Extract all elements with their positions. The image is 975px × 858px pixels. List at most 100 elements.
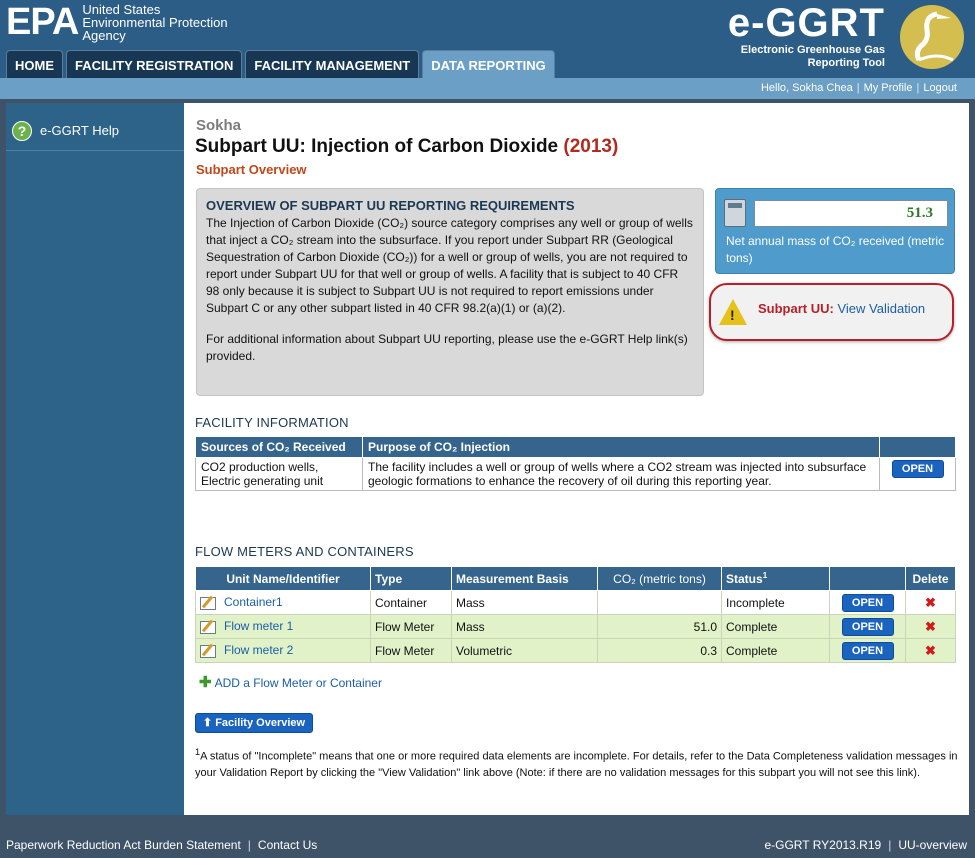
column-header: Sources of CO₂ Received <box>195 436 363 458</box>
status-footnote-marker: 1 <box>762 571 768 580</box>
metric-label: Net annual mass of CO₂ received (metric … <box>726 234 945 265</box>
status-cell: Incomplete <box>721 590 830 615</box>
status-header-label: Status <box>726 572 763 586</box>
status-cell: Complete <box>721 638 830 663</box>
column-header: Status1 <box>721 566 830 591</box>
flow-meters-table: Unit Name/Identifier Type Measurement Ba… <box>195 566 956 663</box>
table-row: CO2 production wells, Electric generatin… <box>195 457 956 491</box>
eggrt-subtitle-2: Reporting Tool <box>807 57 885 69</box>
help-question-icon: ? <box>12 120 32 141</box>
epa-line-3: Agency <box>82 28 126 43</box>
page-subtitle: Subpart Overview <box>196 162 307 177</box>
delete-icon[interactable]: ✖ <box>925 619 936 634</box>
heron-logo-icon <box>900 5 964 69</box>
facility-info-title: FACILITY INFORMATION <box>195 415 349 430</box>
overview-box: OVERVIEW OF SUBPART UU REPORTING REQUIRE… <box>196 188 704 396</box>
facility-overview-button[interactable]: ⬆ Facility Overview <box>195 713 313 733</box>
overview-heading: OVERVIEW OF SUBPART UU REPORTING REQUIRE… <box>206 198 575 213</box>
action-cell: OPEN <box>829 590 906 615</box>
footnote: 1A status of "Incomplete" means that one… <box>195 744 960 781</box>
delete-cell: ✖ <box>905 590 956 615</box>
facility-name: Sokha <box>196 117 242 134</box>
contact-us-link[interactable]: Contact Us <box>258 838 317 852</box>
unit-name-link[interactable]: Container1 <box>224 595 283 609</box>
calculator-icon <box>724 199 746 227</box>
up-arrow-icon: ⬆ <box>202 717 213 729</box>
column-header: Purpose of CO₂ Injection <box>362 436 880 458</box>
overview-paragraph-1: The Injection of Carbon Dioxide (CO₂) so… <box>206 216 693 315</box>
unit-name-link[interactable]: Flow meter 2 <box>224 643 293 657</box>
edit-icon[interactable] <box>200 596 216 610</box>
main-content: Sokha Subpart UU: Injection of Carbon Di… <box>184 103 969 815</box>
table-row: Flow meter 1 Flow Meter Mass 51.0 Comple… <box>195 614 956 639</box>
open-button[interactable]: OPEN <box>891 460 944 478</box>
eggrt-title: e-GGRT <box>727 1 885 45</box>
validation-prefix: Subpart UU: <box>758 301 834 316</box>
metric-value: 51.3 <box>754 200 948 227</box>
flow-meters-title: FLOW METERS AND CONTAINERS <box>195 544 414 559</box>
table-header-row: Sources of CO₂ Received Purpose of CO₂ I… <box>195 436 956 458</box>
unit-name-link[interactable]: Flow meter 1 <box>224 619 293 633</box>
open-button[interactable]: OPEN <box>841 593 894 612</box>
sidebar-item-label: e-GGRT Help <box>40 123 119 138</box>
edit-icon[interactable] <box>200 644 216 658</box>
action-cell: OPEN <box>879 457 956 491</box>
type-cell: Flow Meter <box>370 638 452 663</box>
paperwork-link[interactable]: Paperwork Reduction Act Burden Statement <box>6 838 241 852</box>
my-profile-link[interactable]: My Profile <box>864 82 913 94</box>
view-validation-link[interactable]: View Validation <box>837 301 925 316</box>
plus-icon: ✚ <box>199 674 212 691</box>
site-header: EPA United States Environmental Protecti… <box>0 0 975 78</box>
table-header-row: Unit Name/Identifier Type Measurement Ba… <box>195 566 956 591</box>
basis-cell: Mass <box>451 590 598 615</box>
table-row: Flow meter 2 Flow Meter Volumetric 0.3 C… <box>195 638 956 663</box>
open-button[interactable]: OPEN <box>841 617 894 636</box>
column-header: Measurement Basis <box>451 566 598 591</box>
column-header: Delete <box>905 566 956 591</box>
add-flow-meter-label: ADD a Flow Meter or Container <box>214 676 382 690</box>
tab-home[interactable]: HOME <box>6 50 63 78</box>
tab-facility-management[interactable]: FACILITY MANAGEMENT <box>245 50 420 78</box>
page-title: Subpart UU: Injection of Carbon Dioxide … <box>195 136 618 158</box>
tab-facility-registration[interactable]: FACILITY REGISTRATION <box>66 50 243 78</box>
add-flow-meter-link[interactable]: ✚ ADD a Flow Meter or Container <box>199 673 382 691</box>
page-title-text: Subpart UU: Injection of Carbon Dioxide <box>195 136 559 157</box>
logout-link[interactable]: Logout <box>923 82 957 94</box>
unit-name-cell: Flow meter 2 <box>195 638 371 663</box>
sources-cell: CO2 production wells, Electric generatin… <box>195 457 363 491</box>
epa-logo[interactable]: EPA United States Environmental Protecti… <box>6 2 228 42</box>
delete-cell: ✖ <box>905 614 956 639</box>
version-label: e-GGRT RY2013.R19 <box>764 838 882 852</box>
open-button[interactable]: OPEN <box>841 641 894 660</box>
warning-exclamation: ! <box>730 307 735 323</box>
column-header: Unit Name/Identifier <box>195 566 371 591</box>
unit-name-cell: Flow meter 1 <box>195 614 371 639</box>
column-header: Type <box>370 566 452 591</box>
page-id-label: UU-overview <box>898 838 967 852</box>
user-links: Hello, Sokha Chea | My Profile | Logout <box>760 82 957 94</box>
purpose-cell: The facility includes a well or group of… <box>362 457 880 491</box>
type-cell: Flow Meter <box>370 614 452 639</box>
basis-cell: Mass <box>451 614 598 639</box>
epa-wordmark: EPA <box>6 1 79 43</box>
sidebar: ? e-GGRT Help <box>6 103 184 815</box>
basis-cell: Volumetric <box>451 638 598 663</box>
co2-cell: 51.0 <box>597 614 722 639</box>
delete-icon[interactable]: ✖ <box>925 595 936 610</box>
co2-header-label: CO₂ (metric tons) <box>613 571 706 586</box>
unit-name-cell: Container1 <box>195 590 371 615</box>
delete-icon[interactable]: ✖ <box>925 643 936 658</box>
delete-cell: ✖ <box>905 638 956 663</box>
status-cell: Complete <box>721 614 830 639</box>
edit-icon[interactable] <box>200 620 216 634</box>
sidebar-item-help[interactable]: ? e-GGRT Help <box>6 111 184 151</box>
footer-left: Paperwork Reduction Act Burden Statement… <box>6 838 318 852</box>
overview-paragraph-2: For additional information about Subpart… <box>206 332 688 363</box>
table-row: Container1 Container Mass Incomplete OPE… <box>195 590 956 615</box>
validation-box: ! Subpart UU: View Validation <box>709 283 954 341</box>
co2-cell <box>597 590 722 615</box>
site-footer: Paperwork Reduction Act Burden Statement… <box>0 833 975 858</box>
action-cell: OPEN <box>829 638 906 663</box>
tab-data-reporting[interactable]: DATA REPORTING <box>422 50 555 78</box>
footnote-text: A status of "Incomplete" means that one … <box>195 750 958 779</box>
